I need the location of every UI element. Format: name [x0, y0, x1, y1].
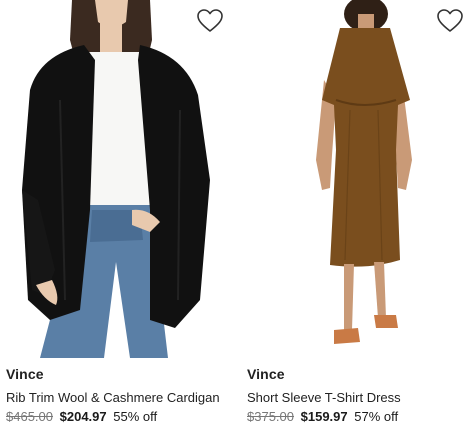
sale-price: $159.97: [300, 409, 348, 424]
product-brand: Vince: [6, 366, 44, 382]
product-card[interactable]: Vince Rib Trim Wool & Cashmere Cardigan …: [0, 0, 232, 435]
dress-model-photo: [316, 0, 412, 344]
cardigan-model-photo: [22, 0, 210, 358]
product-image[interactable]: [0, 0, 232, 358]
product-card[interactable]: Vince Short Sleeve T-Shirt Dress $375.00…: [240, 0, 472, 435]
product-title[interactable]: Short Sleeve T-Shirt Dress: [247, 390, 401, 405]
product-grid: Vince Rib Trim Wool & Cashmere Cardigan …: [0, 0, 475, 435]
price-row: $465.00 $204.97 55% off: [6, 409, 157, 424]
sale-price: $204.97: [59, 409, 107, 424]
discount-percent: 55% off: [113, 409, 158, 424]
product-image[interactable]: [240, 0, 472, 358]
discount-percent: 57% off: [354, 409, 399, 424]
favorite-heart-icon[interactable]: [196, 8, 224, 34]
product-brand: Vince: [247, 366, 285, 382]
favorite-heart-icon[interactable]: [436, 8, 464, 34]
original-price: $375.00: [247, 409, 294, 424]
price-row: $375.00 $159.97 57% off: [247, 409, 398, 424]
product-title[interactable]: Rib Trim Wool & Cashmere Cardigan: [6, 390, 220, 405]
original-price: $465.00: [6, 409, 53, 424]
